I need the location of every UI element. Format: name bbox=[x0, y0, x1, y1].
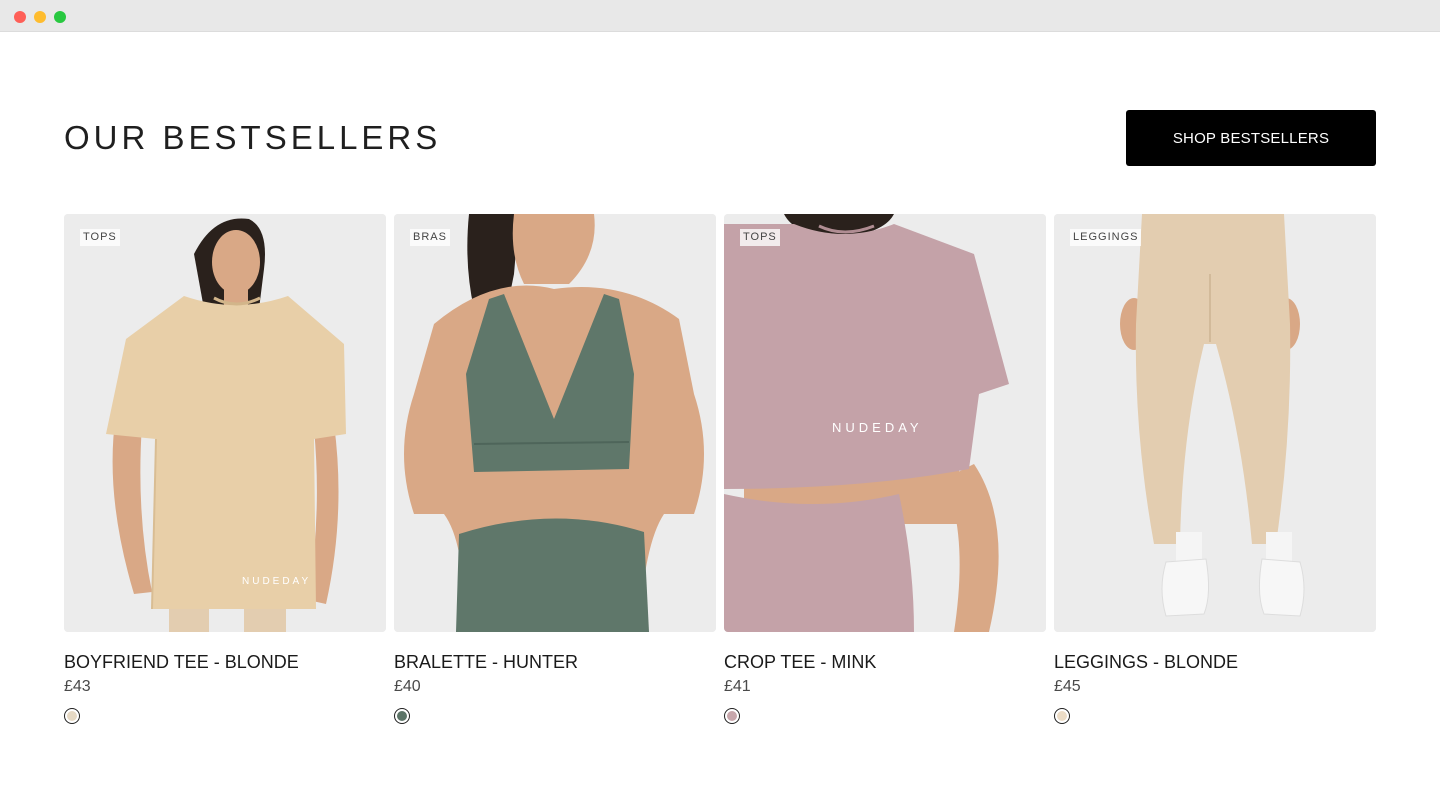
product-image[interactable]: BRAS bbox=[394, 214, 716, 632]
section-title: OUR BESTSELLERS bbox=[64, 119, 442, 156]
category-tag: TOPS bbox=[80, 229, 120, 246]
product-card[interactable]: LEGGINGS LEGGINGS - BLONDE £45 bbox=[1054, 214, 1376, 734]
product-photo-illustration: NUDEDAY bbox=[64, 214, 386, 632]
product-name[interactable]: BRALETTE - HUNTER bbox=[394, 652, 578, 672]
product-name[interactable]: BOYFRIEND TEE - BLONDE bbox=[64, 652, 299, 672]
product-photo-illustration bbox=[394, 214, 716, 632]
product-price: £40 bbox=[394, 678, 421, 695]
maximize-window-icon[interactable] bbox=[54, 11, 66, 23]
garment-logo-text: NUDEDAY bbox=[832, 420, 923, 435]
product-price: £41 bbox=[724, 678, 751, 695]
product-card[interactable]: NUDEDAY TOPS BOYFRIEND TEE - BLONDE £43 bbox=[64, 214, 386, 734]
color-swatch[interactable] bbox=[1054, 708, 1070, 724]
product-image[interactable]: LEGGINGS bbox=[1054, 214, 1376, 632]
product-name[interactable]: CROP TEE - MINK bbox=[724, 652, 876, 672]
product-image[interactable]: NUDEDAY TOPS bbox=[724, 214, 1046, 632]
product-card[interactable]: BRAS BRALETTE - HUNTER £40 bbox=[394, 214, 716, 734]
minimize-window-icon[interactable] bbox=[34, 11, 46, 23]
category-tag: BRAS bbox=[410, 229, 450, 246]
category-tag: TOPS bbox=[740, 229, 780, 246]
color-swatch[interactable] bbox=[64, 708, 80, 724]
color-swatch[interactable] bbox=[724, 708, 740, 724]
window-titlebar bbox=[0, 0, 1440, 32]
color-swatch[interactable] bbox=[394, 708, 410, 724]
shop-bestsellers-button[interactable]: SHOP BESTSELLERS bbox=[1126, 110, 1376, 166]
garment-logo-text: NUDEDAY bbox=[242, 576, 311, 587]
product-price: £45 bbox=[1054, 678, 1081, 695]
product-photo-illustration: NUDEDAY bbox=[724, 214, 1046, 632]
product-name[interactable]: LEGGINGS - BLONDE bbox=[1054, 652, 1238, 672]
product-grid: NUDEDAY TOPS BOYFRIEND TEE - BLONDE £43 bbox=[64, 214, 1376, 734]
product-price: £43 bbox=[64, 678, 91, 695]
product-photo-illustration bbox=[1054, 214, 1376, 632]
close-window-icon[interactable] bbox=[14, 11, 26, 23]
product-image[interactable]: NUDEDAY TOPS bbox=[64, 214, 386, 632]
category-tag: LEGGINGS bbox=[1070, 229, 1142, 246]
product-card[interactable]: NUDEDAY TOPS CROP TEE - MINK £41 bbox=[724, 214, 1046, 734]
